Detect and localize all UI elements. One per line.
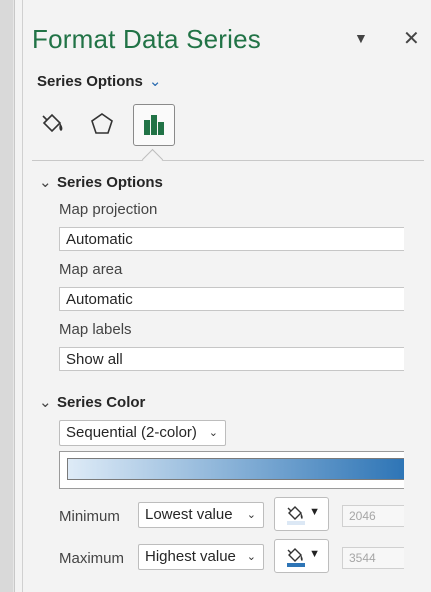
chevron-down-icon: ⌄ xyxy=(148,73,162,90)
color-scheme-value: Sequential (2-color) xyxy=(66,424,197,441)
series-options-heading: Series Options xyxy=(57,174,163,191)
minimum-type-value: Lowest value xyxy=(145,506,233,523)
minimum-color-button[interactable]: ▼ xyxy=(274,497,329,531)
minimum-number-input[interactable]: 2046 xyxy=(342,505,404,527)
series-color-section-toggle[interactable]: ⌄ Series Color xyxy=(39,393,145,411)
close-icon[interactable]: ✕ xyxy=(403,26,420,51)
paint-bucket-icon xyxy=(42,113,63,133)
series-options-section-toggle[interactable]: ⌄ Series Options xyxy=(39,173,163,191)
pentagon-icon xyxy=(91,113,113,134)
minimum-type-select[interactable]: Lowest value ⌄ xyxy=(138,502,264,528)
collapse-chevron-icon: ⌄ xyxy=(39,394,52,411)
collapse-chevron-icon: ⌄ xyxy=(39,174,52,191)
map-labels-select[interactable]: Show all xyxy=(59,347,404,371)
series-color-heading: Series Color xyxy=(57,394,146,411)
maximum-type-value: Highest value xyxy=(145,548,236,565)
dropdown-triangle-icon: ▼ xyxy=(309,506,320,518)
gradient-bar xyxy=(67,458,404,480)
tab-fill-line[interactable] xyxy=(32,104,72,144)
color-scheme-select[interactable]: Sequential (2-color) ⌄ xyxy=(59,420,226,446)
map-projection-label: Map projection xyxy=(59,201,158,218)
maximum-label: Maximum xyxy=(59,550,125,567)
fill-color-icon xyxy=(287,548,305,567)
tab-series-options[interactable] xyxy=(133,104,175,146)
chevron-down-icon: ⌄ xyxy=(208,427,218,439)
gradient-preview xyxy=(59,451,404,489)
chevron-down-icon: ⌄ xyxy=(246,551,256,563)
dropdown-triangle-icon[interactable]: ▼ xyxy=(354,30,368,46)
map-projection-select[interactable]: Automatic xyxy=(59,227,404,251)
left-scroll-gutter xyxy=(0,0,15,592)
pane-title: Format Data Series xyxy=(32,24,262,54)
options-dropdown[interactable]: Series Options ⌄ xyxy=(37,72,161,90)
map-labels-label: Map labels xyxy=(59,321,132,338)
maximum-number-input[interactable]: 3544 xyxy=(342,547,404,569)
maximum-type-select[interactable]: Highest value ⌄ xyxy=(138,544,264,570)
dropdown-triangle-icon: ▼ xyxy=(309,548,320,560)
tab-effects[interactable] xyxy=(82,104,122,144)
options-dropdown-label: Series Options xyxy=(37,73,143,90)
map-area-select[interactable]: Automatic xyxy=(59,287,404,311)
chevron-down-icon: ⌄ xyxy=(246,509,256,521)
tab-divider xyxy=(32,160,424,161)
bar-chart-icon xyxy=(144,115,164,135)
maximum-color-button[interactable]: ▼ xyxy=(274,539,329,573)
map-area-label: Map area xyxy=(59,261,123,278)
minimum-label: Minimum xyxy=(59,508,120,525)
fill-color-icon xyxy=(287,506,305,525)
